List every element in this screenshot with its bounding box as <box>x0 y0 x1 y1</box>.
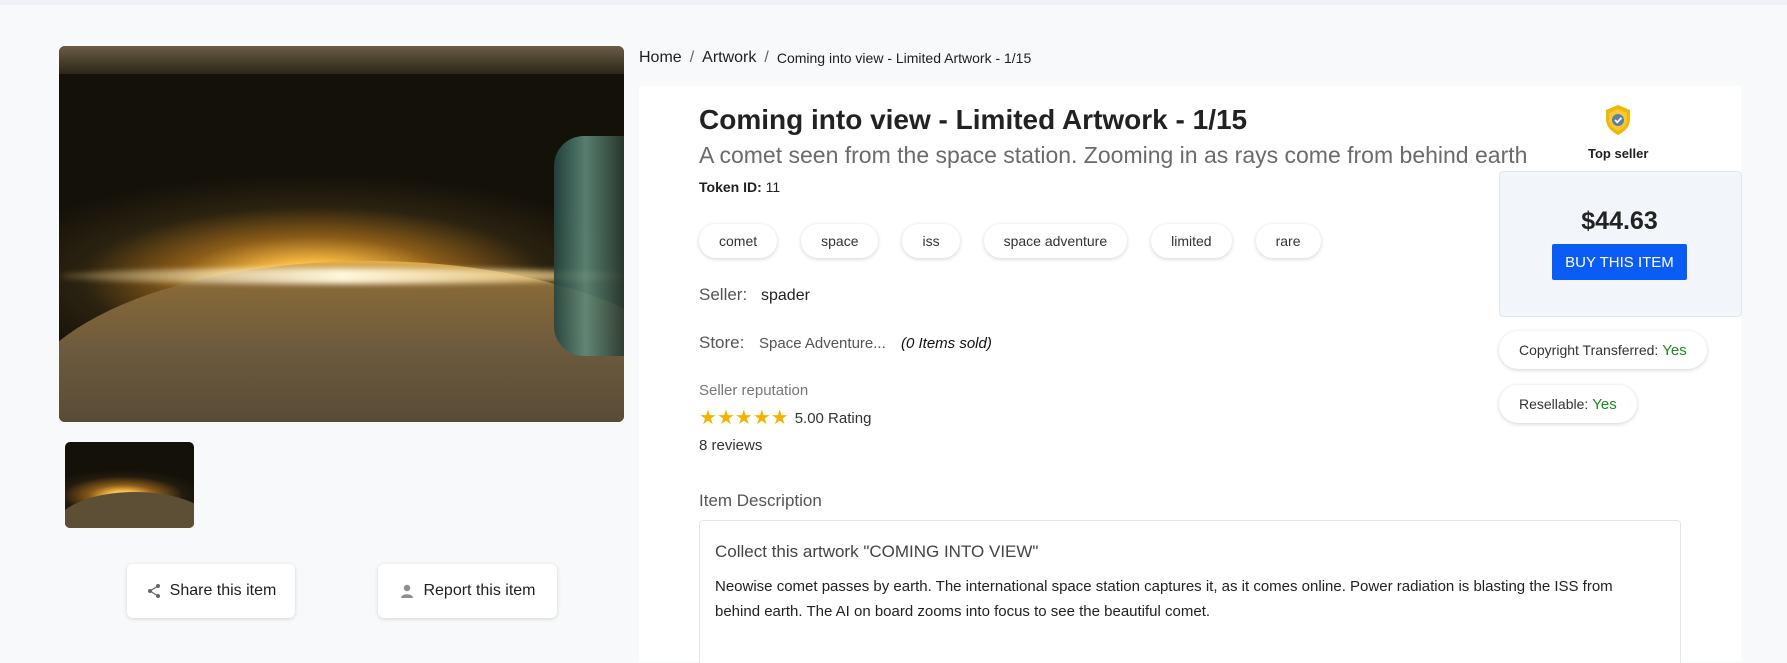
tag-chip[interactable]: space adventure <box>983 224 1128 258</box>
breadcrumb-current: Coming into view - Limited Artwork - 1/1… <box>776 50 1032 66</box>
token-id: Token ID: 11 <box>699 179 780 195</box>
top-bar <box>0 0 1787 5</box>
store-label: Store: <box>699 333 745 352</box>
image-detail <box>59 261 624 422</box>
token-id-label: Token ID: <box>699 179 762 195</box>
copyright-label: Copyright Transferred: <box>1519 342 1659 358</box>
tag-chip[interactable]: rare <box>1255 224 1321 258</box>
breadcrumb-artwork[interactable]: Artwork <box>702 49 756 67</box>
seller-reputation-label: Seller reputation <box>699 382 809 399</box>
description-heading: Collect this artwork "COMING INTO VIEW" <box>715 542 1039 561</box>
seller-label: Seller: <box>699 285 748 304</box>
image-detail <box>59 46 624 74</box>
report-label: Report this item <box>423 582 536 599</box>
star-icon: ★ <box>770 407 789 429</box>
seller-name[interactable]: spader <box>761 287 810 305</box>
breadcrumb-separator: / <box>764 49 769 66</box>
buy-button[interactable]: BUY THIS ITEM <box>1552 244 1687 280</box>
share-label: Share this item <box>169 582 277 599</box>
image-detail <box>65 492 194 528</box>
rating-stars: ★ ★ ★ ★ ★ 5.00 Rating <box>699 408 871 428</box>
star-icon: ★ <box>752 407 771 429</box>
artwork-main-image[interactable] <box>59 46 624 422</box>
share-icon <box>147 584 160 598</box>
tag-chip[interactable]: limited <box>1151 224 1232 258</box>
item-title: Coming into view - Limited Artwork - 1/1… <box>699 104 1248 135</box>
rating-text: 5.00 Rating <box>794 409 872 427</box>
image-detail <box>59 268 624 284</box>
artwork-thumbnail[interactable] <box>65 442 194 528</box>
store-items-sold: (0 Items sold) <box>901 335 992 352</box>
reviews-count[interactable]: 8 reviews <box>699 437 762 454</box>
breadcrumb-home[interactable]: Home <box>639 49 682 67</box>
copyright-value: Yes <box>1662 341 1687 359</box>
star-icon: ★ <box>716 407 735 429</box>
top-seller-label: Top seller <box>1588 146 1649 161</box>
report-button[interactable]: Report this item <box>378 564 557 618</box>
tag-chip[interactable]: comet <box>699 224 778 258</box>
shield-check-icon <box>1606 105 1630 135</box>
copyright-transferred-badge: Copyright Transferred: Yes <box>1499 331 1707 369</box>
item-description-label: Item Description <box>699 491 822 510</box>
resellable-badge: Resellable: Yes <box>1499 385 1637 423</box>
token-id-value: 11 <box>765 179 781 195</box>
resellable-label: Resellable: <box>1519 396 1589 412</box>
item-subtitle: A comet seen from the space station. Zoo… <box>699 142 1528 168</box>
star-icon: ★ <box>699 407 717 429</box>
image-detail <box>554 136 624 356</box>
item-price: $44.63 <box>1581 207 1658 235</box>
breadcrumb-separator: / <box>689 49 695 66</box>
share-button[interactable]: Share this item <box>127 564 295 618</box>
user-icon <box>401 584 414 598</box>
description-text: Neowise comet passes by earth. The inter… <box>715 578 1613 620</box>
tag-list: comet space iss space adventure limited … <box>699 224 1321 258</box>
store-name[interactable]: Space Adventure... <box>759 335 886 352</box>
tag-chip[interactable]: iss <box>902 224 960 258</box>
breadcrumb: Home / Artwork / Coming into view - Limi… <box>639 49 1031 67</box>
tag-chip[interactable]: space <box>801 224 879 258</box>
star-icon: ★ <box>734 407 753 429</box>
resellable-value: Yes <box>1592 395 1617 413</box>
